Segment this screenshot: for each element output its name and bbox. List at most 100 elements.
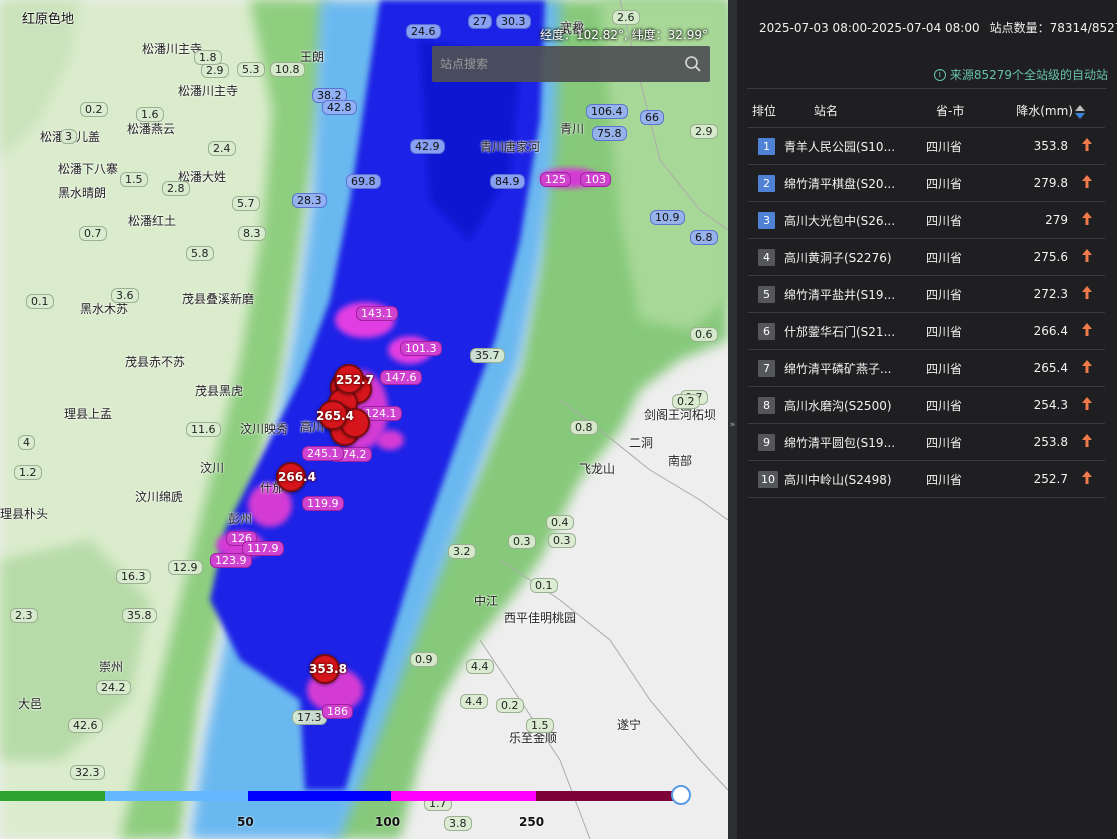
station-value-label[interactable]: 10.8 (270, 62, 305, 77)
table-row[interactable]: 7 绵竹清平磷矿燕子... 四川省 265.4 (748, 350, 1105, 387)
place-label: 松潘川主寺 (178, 84, 239, 98)
station-value-label[interactable]: 3 (60, 129, 77, 144)
place-label: 理县朴头 (0, 507, 49, 521)
info-icon: i (933, 68, 946, 81)
sort-icon[interactable] (1075, 104, 1085, 119)
legend-slider-handle[interactable] (671, 785, 691, 805)
station-value-label[interactable]: 2.9 (690, 124, 718, 139)
station-value-label[interactable]: 28.3 (292, 193, 327, 208)
search-icon[interactable] (676, 46, 710, 82)
station-value-label[interactable]: 5.8 (186, 246, 214, 261)
station-value-label[interactable]: 42.8 (322, 100, 357, 115)
station-value-label-heavy[interactable]: 245.1 (302, 446, 344, 461)
place-label: 黑水晴朗 (58, 186, 107, 200)
station-value-label[interactable]: 3.6 (111, 288, 139, 303)
station-value-label[interactable]: 1.5 (526, 718, 554, 733)
station-value-label[interactable]: 0.2 (496, 698, 524, 713)
station-value-label[interactable]: 0.1 (530, 578, 558, 593)
station-value-label[interactable]: 0.3 (508, 534, 536, 549)
table-row[interactable]: 3 高川大光包中(S26... 四川省 279 (748, 202, 1105, 239)
station-value-label[interactable]: 106.4 (586, 104, 628, 119)
station-value-label[interactable]: 2.4 (208, 141, 236, 156)
station-value-label[interactable]: 0.7 (79, 226, 107, 241)
place-label: 遂宁 (617, 718, 642, 732)
station-value-label-heavy[interactable]: 125 (540, 172, 571, 187)
table-row[interactable]: 2 绵竹清平棋盘(S20... 四川省 279.8 (748, 165, 1105, 202)
station-value-label[interactable]: 27 (468, 14, 492, 29)
place-label: 南部 (668, 454, 693, 468)
station-value-label-heavy[interactable]: 101.3 (400, 341, 442, 356)
station-value-label[interactable]: 30.3 (496, 14, 531, 29)
station-value-label[interactable]: 42.6 (68, 718, 103, 733)
station-value-label[interactable]: 35.8 (122, 608, 157, 623)
station-value-label[interactable]: 1.6 (136, 107, 164, 122)
station-value-label-heavy[interactable]: 103 (580, 172, 611, 187)
station-value-label[interactable]: 0.1 (26, 294, 54, 309)
table-row[interactable]: 10 高川中岭山(S2498) 四川省 252.7 (748, 461, 1105, 498)
coordinate-readout: 经度：102.82°, 纬度：32.99° (540, 28, 708, 42)
station-value-label[interactable]: 84.9 (490, 174, 525, 189)
station-value-label-heavy[interactable]: 143.1 (356, 306, 398, 321)
table-row[interactable]: 6 什邡蓥华石门(S21... 四川省 266.4 (748, 313, 1105, 350)
precip-value-cell: 266.4 (1033, 324, 1068, 338)
station-search[interactable] (432, 46, 710, 82)
station-value-label-heavy[interactable]: 186 (322, 704, 353, 719)
station-value-label[interactable]: 0.3 (548, 533, 576, 548)
station-value-label[interactable]: 0.2 (672, 394, 700, 409)
station-value-label[interactable]: 11.6 (186, 422, 221, 437)
station-value-label[interactable]: 35.7 (470, 348, 505, 363)
station-value-label[interactable]: 24.6 (406, 24, 441, 39)
station-value-label[interactable]: 0.6 (690, 327, 718, 342)
station-value-label[interactable]: 10.9 (650, 210, 685, 225)
station-value-label[interactable]: 4.4 (466, 659, 494, 674)
station-value-label[interactable]: 5.3 (237, 62, 265, 77)
station-value-label[interactable]: 4.4 (460, 694, 488, 709)
table-row[interactable]: 8 高川水磨沟(S2500) 四川省 254.3 (748, 387, 1105, 424)
station-value-label[interactable]: 24.2 (96, 680, 131, 695)
station-name-cell: 青羊人民公园(S10... (784, 139, 896, 154)
station-value-label[interactable]: 0.8 (570, 420, 598, 435)
station-value-label[interactable]: 66 (640, 110, 664, 125)
province-cell: 四川省 (926, 250, 963, 265)
station-value-label[interactable]: 4 (18, 435, 35, 450)
station-value-label[interactable]: 12.9 (168, 560, 203, 575)
station-value-label[interactable]: 69.8 (346, 174, 381, 189)
station-value-label[interactable]: 2.6 (612, 10, 640, 25)
station-value-label[interactable]: 1.5 (120, 172, 148, 187)
station-value-label[interactable]: 0.9 (410, 652, 438, 667)
station-value-label[interactable]: 6.8 (690, 230, 718, 245)
rainfall-map[interactable]: 红原色地松潘川主寺松潘川主寺松潘毛儿盖松潘燕云松潘下八寨黑水晴朗松潘大姓松潘红土… (0, 0, 728, 839)
station-search-input[interactable] (432, 46, 676, 82)
station-value-label-heavy[interactable]: 147.6 (380, 370, 422, 385)
station-value-label[interactable]: 8.3 (238, 226, 266, 241)
header-value[interactable]: 降水(mm) (994, 102, 1085, 119)
table-row[interactable]: 9 绵竹清平圆包(S19... 四川省 253.8 (748, 424, 1105, 461)
arrow-up-icon (1072, 471, 1102, 487)
top-station-marker-label: 252.7 (336, 373, 374, 387)
rank-badge: 3 (758, 211, 775, 229)
station-value-label[interactable]: 32.3 (70, 765, 105, 780)
station-value-label[interactable]: 3.2 (448, 544, 476, 559)
table-row[interactable]: 4 高川黄洞子(S2276) 四川省 275.6 (748, 239, 1105, 276)
collapse-arrow-icon[interactable]: » (728, 418, 737, 432)
station-value-label-heavy[interactable]: 117.9 (242, 541, 284, 556)
station-value-label[interactable]: 75.8 (592, 126, 627, 141)
header-rank: 排位 (752, 104, 777, 118)
station-value-label[interactable]: 2.8 (162, 181, 190, 196)
station-value-label-heavy[interactable]: 119.9 (302, 496, 344, 511)
station-value-label[interactable]: 2.3 (10, 608, 38, 623)
table-row[interactable]: 5 绵竹清平盐井(S19... 四川省 272.3 (748, 276, 1105, 313)
station-value-label[interactable]: 1.2 (14, 465, 42, 480)
station-name-cell: 高川中岭山(S2498) (784, 472, 892, 487)
station-value-label[interactable]: 16.3 (116, 569, 151, 584)
station-value-label[interactable]: 0.2 (80, 102, 108, 117)
table-row[interactable]: 1 青羊人民公园(S10... 四川省 353.8 (748, 128, 1105, 165)
station-value-label[interactable]: 3.8 (444, 816, 472, 831)
station-value-label[interactable]: 0.4 (546, 515, 574, 530)
station-value-label[interactable]: 5.7 (232, 196, 260, 211)
station-value-label[interactable]: 2.9 (201, 63, 229, 78)
station-value-label[interactable]: 42.9 (410, 139, 445, 154)
station-value-label[interactable]: 1.8 (194, 50, 222, 65)
precip-value-cell: 254.3 (1033, 398, 1068, 412)
rank-badge: 6 (758, 322, 775, 340)
